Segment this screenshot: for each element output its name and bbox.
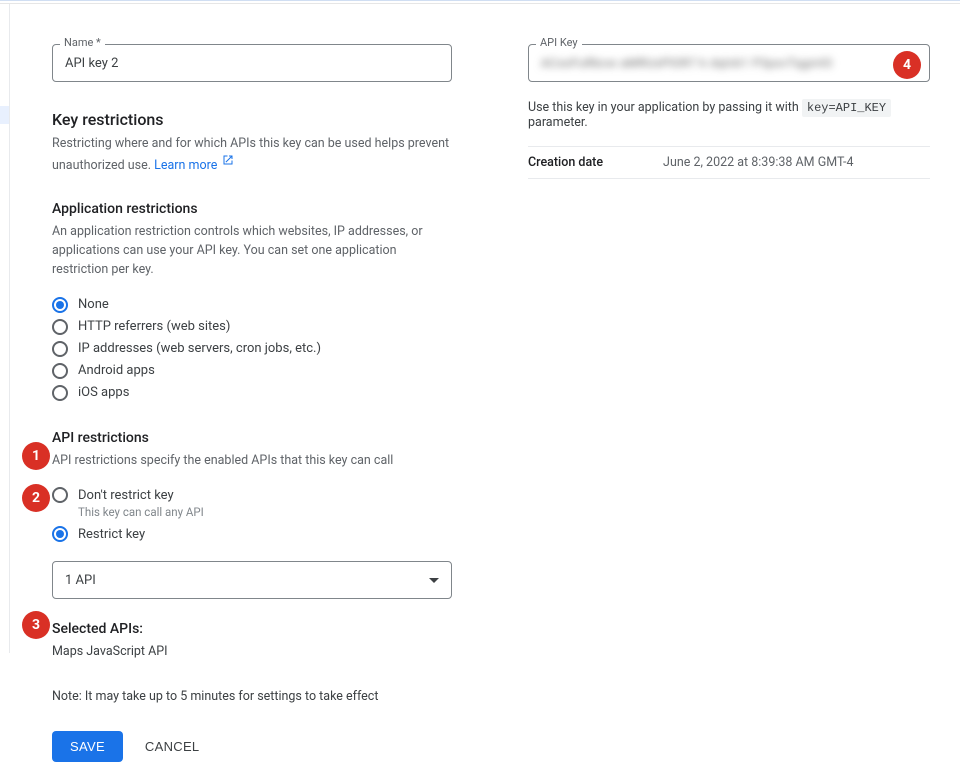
app-restrictions-heading: Application restrictions [52,201,452,217]
key-restrictions-desc: Restricting where and for which APIs thi… [52,135,452,175]
radio-label: IP addresses (web servers, cron jobs, et… [78,341,321,356]
name-input-value: API key 2 [65,56,118,71]
button-row: SAVE CANCEL [52,731,452,762]
creation-label: Creation date [528,155,603,170]
app-restriction-http[interactable]: HTTP referrers (web sites) [52,316,452,338]
radio-icon [52,363,68,379]
radio-icon [52,385,68,401]
radio-icon [52,526,68,542]
cancel-button[interactable]: CANCEL [145,739,200,754]
page-layout: Name API key 2 Key restrictions Restrict… [0,4,960,653]
right-column: API Key ACxoFuRbcw aMRUsPlOR7 k dqlvb1 P… [528,44,930,623]
learn-more-link[interactable]: Learn more [154,158,217,173]
radio-icon [52,319,68,335]
note-text: Note: It may take up to 5 minutes for se… [52,688,452,707]
key-restrictions-heading: Key restrictions [52,110,452,129]
sidebar-active-indicator [0,106,9,124]
callout-2: 2 [22,484,50,512]
api-key-field-wrap: API Key ACxoFuRbcw aMRUsPlOR7 k dqlvb1 P… [528,44,930,82]
save-button[interactable]: SAVE [52,731,123,762]
helper-code: key=API_KEY [802,99,891,117]
api-key-box: ACxoFuRbcw aMRUsPlOR7 k dqlvb1 P3psvTqgm… [528,44,930,82]
api-key-label: API Key [536,36,582,49]
app-restriction-ios[interactable]: iOS apps [52,382,452,404]
app-restrictions-radio-group: None HTTP referrers (web sites) IP addre… [52,294,452,404]
radio-label: HTTP referrers (web sites) [78,319,230,334]
helper-suffix: parameter. [528,115,588,130]
selected-apis-heading: Selected APIs: [52,621,452,637]
name-field-wrap: Name API key 2 [52,44,452,82]
api-restrictions-desc: API restrictions specify the enabled API… [52,452,452,471]
api-restriction-dont[interactable]: Don't restrict key [52,484,452,506]
radio-label: Restrict key [78,527,145,542]
app-restriction-android[interactable]: Android apps [52,360,452,382]
creation-value: June 2, 2022 at 8:39:38 AM GMT-4 [663,155,853,170]
app-restrictions-desc: An application restriction controls whic… [52,223,452,279]
api-restriction-dont-sub: This key can call any API [78,505,452,519]
helper-prefix: Use this key in your application by pass… [528,100,799,115]
radio-label: Don't restrict key [78,488,174,503]
creation-row: Creation date June 2, 2022 at 8:39:38 AM… [528,146,930,179]
radio-icon [52,487,68,503]
app-restriction-none[interactable]: None [52,294,452,316]
api-key-masked: ACxoFuRbcw aMRUsPlOR7 k dqlvb1 P3psvTqgm… [541,56,833,70]
callout-4: 4 [893,51,921,79]
callout-3: 3 [22,611,50,639]
sidebar [0,4,10,653]
external-link-icon [222,154,234,173]
api-restriction-restrict[interactable]: Restrict key [52,523,452,545]
radio-icon [52,341,68,357]
api-select[interactable]: 1 API [52,561,452,599]
radio-label: None [78,297,109,312]
api-key-helper: Use this key in your application by pass… [528,100,930,130]
name-field-label: Name [60,36,105,49]
content-area: Name API key 2 Key restrictions Restrict… [10,4,960,653]
api-select-value: 1 API [65,573,96,588]
app-restriction-ip[interactable]: IP addresses (web servers, cron jobs, et… [52,338,452,360]
api-restrictions-radio-group: Don't restrict key This key can call any… [52,484,452,545]
chevron-down-icon [429,578,439,583]
radio-label: iOS apps [78,385,129,400]
callout-1: 1 [22,442,50,470]
left-column: Name API key 2 Key restrictions Restrict… [52,44,452,623]
radio-icon [52,297,68,313]
name-input[interactable]: API key 2 [52,44,452,82]
key-restrictions-desc-text: Restricting where and for which APIs thi… [52,136,449,173]
api-restrictions-heading: API restrictions [52,430,452,446]
radio-label: Android apps [78,363,155,378]
